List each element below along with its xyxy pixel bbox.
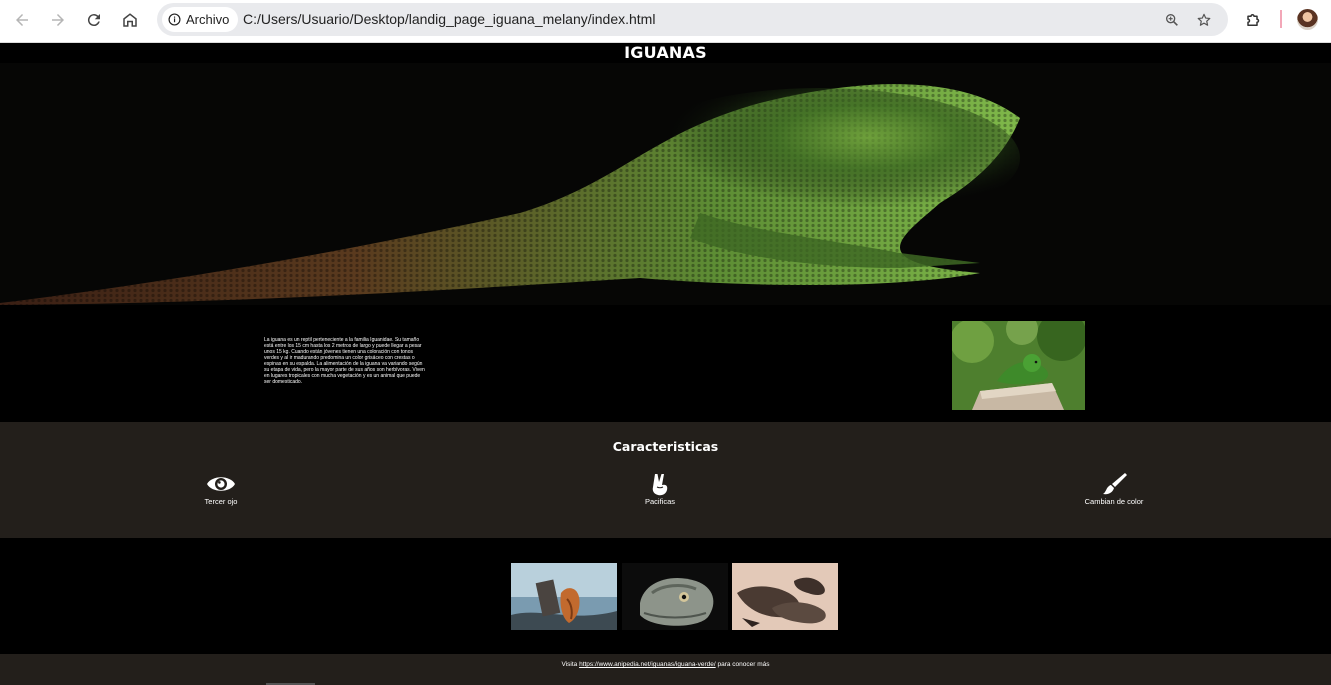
back-button[interactable] xyxy=(9,8,35,32)
footer-prefix: Visita xyxy=(561,661,578,668)
gallery-image-2 xyxy=(622,563,728,630)
intro-paragraph: La iguana es un reptil perteneciente a l… xyxy=(264,337,425,385)
reload-icon xyxy=(87,14,100,27)
iguana-hero-picture xyxy=(0,63,1331,305)
peace-hand-icon xyxy=(652,474,668,496)
feature-change-color: Cambian de color xyxy=(1044,472,1184,506)
intro-section: La iguana es un reptil perteneciente a l… xyxy=(0,305,1331,422)
url-text[interactable]: C:/Users/Usuario/Desktop/landig_page_igu… xyxy=(243,11,655,27)
feature-third-eye: Tercer ojo xyxy=(151,472,291,506)
footer-suffix: para conocer más xyxy=(717,661,770,668)
home-icon xyxy=(123,13,137,27)
zoom-button[interactable] xyxy=(1162,10,1182,30)
gallery-section xyxy=(0,538,1331,654)
info-circle-icon xyxy=(168,13,181,26)
address-bar[interactable]: Archivo C:/Users/Usuario/Desktop/landig_… xyxy=(157,3,1228,36)
site-info-label: Archivo xyxy=(186,12,230,27)
puzzle-piece-icon xyxy=(1247,14,1260,26)
profile-avatar[interactable] xyxy=(1297,9,1318,30)
page-title: IGUANAS xyxy=(624,43,707,62)
paintbrush-icon xyxy=(1103,473,1127,495)
footer-link[interactable]: https://www.anipedia.net/iguanas/iguana-… xyxy=(579,661,716,668)
iguana-photo xyxy=(952,321,1085,410)
hero-image xyxy=(0,63,1331,305)
marine-iguana-picture xyxy=(511,563,617,630)
reload-button[interactable] xyxy=(81,8,107,32)
site-info-chip[interactable]: Archivo xyxy=(162,7,239,32)
features-section: Caracteristicas Tercer ojo Pacificas Cam… xyxy=(0,422,1331,538)
feature-label: Pacificas xyxy=(644,497,675,506)
arrow-right-icon xyxy=(52,14,64,26)
gallery-image-1 xyxy=(511,563,617,630)
arrow-left-icon xyxy=(16,14,28,26)
page-header: IGUANAS xyxy=(0,43,1331,63)
extensions-button[interactable] xyxy=(1243,9,1265,31)
footer: Visita https://www.anipedia.net/iguanas/… xyxy=(0,654,1331,685)
iguana-on-stump-picture xyxy=(952,321,1085,410)
browser-toolbar: Archivo C:/Users/Usuario/Desktop/landig_… xyxy=(0,0,1331,43)
home-button[interactable] xyxy=(117,8,143,32)
eye-icon xyxy=(207,477,235,491)
iguanas-group-picture xyxy=(732,563,838,630)
iguana-head-picture xyxy=(622,563,728,630)
gallery-image-3 xyxy=(732,563,838,630)
magnifier-icon xyxy=(1166,13,1178,26)
toolbar-divider xyxy=(1280,10,1282,28)
feature-peaceful: Pacificas xyxy=(590,472,730,506)
forward-button[interactable] xyxy=(45,8,71,32)
feature-label: Tercer ojo xyxy=(204,497,238,506)
star-icon xyxy=(1197,13,1211,26)
bookmark-button[interactable] xyxy=(1194,10,1214,30)
feature-label: Cambian de color xyxy=(1084,497,1144,506)
features-title: Caracteristicas xyxy=(612,439,719,454)
